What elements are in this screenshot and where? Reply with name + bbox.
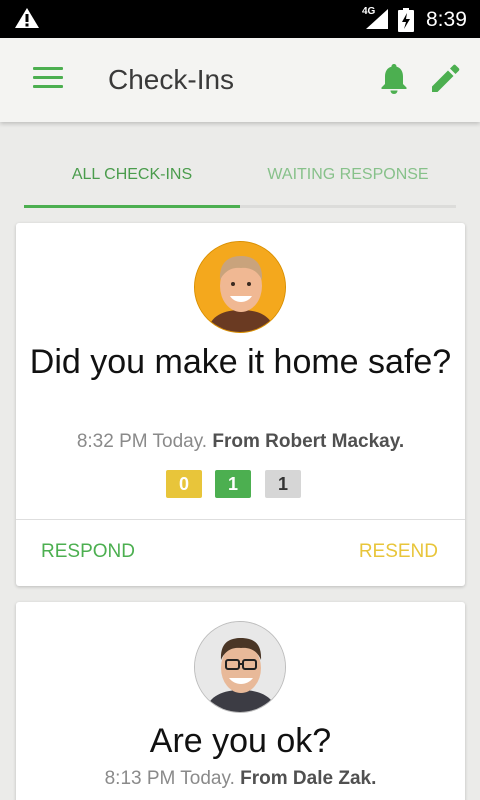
page-title: Check-Ins <box>108 64 235 95</box>
clock: 8:39 <box>426 8 467 31</box>
count-badge-total: 1 <box>265 470 301 498</box>
warning-icon <box>14 7 40 34</box>
pencil-icon[interactable] <box>430 62 462 99</box>
checkin-sender: From Robert Mackay. <box>212 431 405 452</box>
count-badge-ok: 1 <box>215 470 251 498</box>
checkin-meta: 8:32 PM Today. From Robert Mackay. <box>16 431 465 453</box>
app-bar: Check-Ins <box>0 38 480 122</box>
checkin-question: Did you make it home safe? <box>29 343 452 381</box>
menu-icon[interactable] <box>33 67 63 89</box>
battery-charging-icon <box>398 8 414 37</box>
checkin-meta: 8:13 PM Today. From Dale Zak. <box>16 768 465 790</box>
avatar <box>194 241 286 333</box>
avatar <box>194 621 286 713</box>
tab-waiting-response[interactable]: WAITING RESPONSE <box>240 152 456 207</box>
tab-indicator <box>24 205 240 208</box>
resend-button[interactable]: RESEND <box>359 541 438 563</box>
checkin-card[interactable]: Are you ok? 8:13 PM Today. From Dale Zak… <box>16 602 465 800</box>
checkin-question: Are you ok? <box>149 722 332 760</box>
tab-all-checkins[interactable]: ALL CHECK-INS <box>24 152 240 207</box>
checkin-time: 8:32 PM Today. <box>76 431 208 452</box>
respond-button[interactable]: RESPOND <box>41 541 135 563</box>
checkin-sender: From Dale Zak. <box>240 768 377 789</box>
checkin-time: 8:13 PM Today. <box>104 768 235 789</box>
card-divider <box>16 519 465 520</box>
tab-bar: ALL CHECK-INS WAITING RESPONSE <box>24 152 456 210</box>
count-badge-pending: 0 <box>166 470 202 498</box>
checkin-card[interactable]: Did you make it home safe? 8:32 PM Today… <box>16 223 465 586</box>
status-bar: 4G 8:39 <box>0 0 480 38</box>
signal-icon <box>366 9 388 34</box>
bell-icon[interactable] <box>378 62 410 101</box>
